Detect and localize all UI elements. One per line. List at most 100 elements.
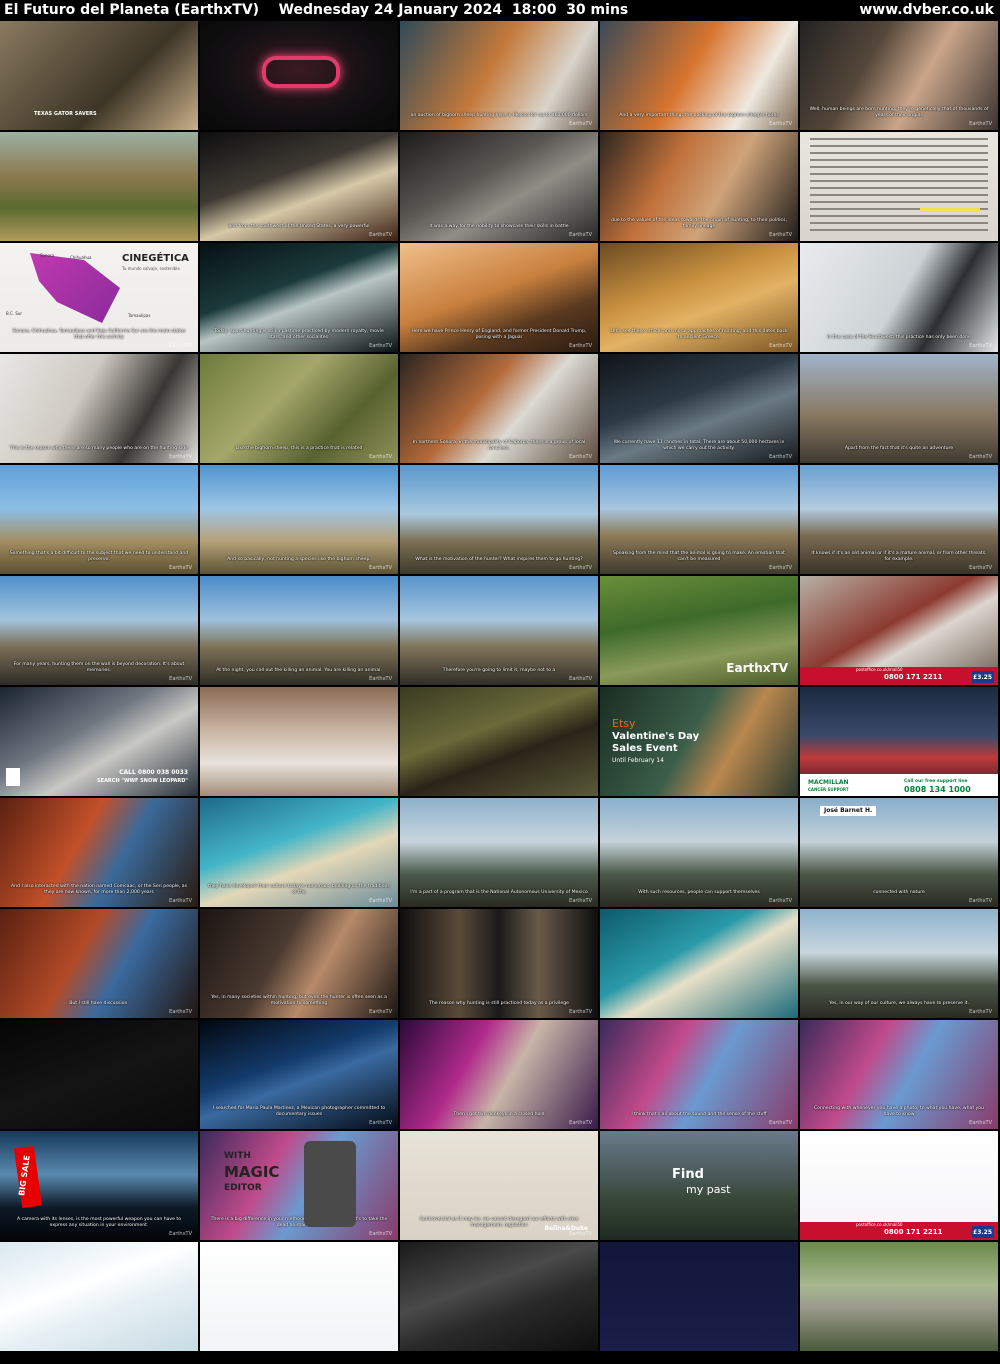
thumbnail-7[interactable]: and from the southwest of the United Sta… xyxy=(200,132,398,241)
thumbnail-12[interactable]: Today, sport hunting is still a pastime … xyxy=(200,243,398,352)
wwf-logo xyxy=(6,768,20,786)
thumbnail-25[interactable]: It knows if it's an old animal or if it'… xyxy=(800,465,998,574)
thumbnail-40[interactable]: connected with nature EarthxTV José Barnet… xyxy=(800,798,998,907)
channel-watermark: EarthxTV xyxy=(169,343,192,349)
thumbnail-60[interactable] xyxy=(800,1242,998,1351)
channel-watermark: EarthxTV xyxy=(569,232,592,238)
thumbnail-55[interactable]: 0800 171 2211 postoffice.co.uk/mail50 £3.2… xyxy=(800,1131,998,1240)
subtitle-caption: With such resources, people can support … xyxy=(638,889,760,895)
document-text-line xyxy=(810,159,988,161)
channel-watermark: EarthxTV xyxy=(369,343,392,349)
ad-headline-2: Sales Event xyxy=(612,743,678,754)
document-text-line xyxy=(810,138,988,140)
thumbnail-13[interactable]: Here we have Prince Henry of England, an… xyxy=(400,243,598,352)
subtitle-caption: Like the bighorn sheep, this is a practi… xyxy=(235,445,363,451)
thumbnail-30[interactable]: 0800 171 2211 postoffice.co.uk/mail50 £3.2… xyxy=(800,576,998,685)
channel-watermark: EarthxTV xyxy=(769,454,792,460)
findmypast-logo-2: my past xyxy=(686,1183,731,1196)
thumbnail-5[interactable]: Well, human beings are born hunting, the… xyxy=(800,21,998,130)
channel-watermark: EarthxTV xyxy=(569,565,592,571)
thumbnail-4[interactable]: And a very important thing: the packing … xyxy=(600,21,798,130)
thumbnail-29[interactable]: EarthxTV xyxy=(600,576,798,685)
thumbnail-11[interactable]: Sonora, Chihuahua, Tamaulipas and Baja C… xyxy=(0,243,198,352)
thumbnail-31[interactable]: CALL 0800 038 0033 SEARCH "WWF SNOW LEOPA… xyxy=(0,687,198,796)
subtitle-caption: The reason why hunting is still practice… xyxy=(429,1000,569,1006)
thumbnail-20[interactable]: Apart from the fact that it's quite an a… xyxy=(800,354,998,463)
thumbnail-17[interactable]: Like the bighorn sheep, this is a practi… xyxy=(200,354,398,463)
thumbnail-35[interactable]: MACMILLAN CANCER SUPPORT Call our free sup… xyxy=(800,687,998,796)
lower-third-text: TEXAS GATOR SAVERS xyxy=(34,111,97,117)
thumbnail-50[interactable]: Connecting with whenever you have a phot… xyxy=(800,1020,998,1129)
thumbnail-2[interactable] xyxy=(200,21,398,130)
ad-price: £3.25 xyxy=(973,1229,992,1236)
map-state-label: Tamaulipas xyxy=(128,313,151,318)
ad-date: Until February 14 xyxy=(612,757,664,764)
thumbnail-27[interactable]: At the night, you call out the killing a… xyxy=(200,576,398,685)
channel-watermark: EarthxTV xyxy=(369,454,392,460)
thumbnail-26[interactable]: For many years, hunting them on the wall… xyxy=(0,576,198,685)
thumbnail-19[interactable]: We currently have 11 ranches in total. T… xyxy=(600,354,798,463)
channel-watermark: EarthxTV xyxy=(969,565,992,571)
subtitle-caption: Yes, in our way of our culture, we alway… xyxy=(829,1000,969,1006)
thumbnail-59[interactable] xyxy=(600,1242,798,1351)
thumbnail-18[interactable]: In northern Sonora, in the municipality … xyxy=(400,354,598,463)
thumbnail-51[interactable]: A camera with its lenses, is the most po… xyxy=(0,1131,198,1240)
thumbnail-36[interactable]: And I also interacted with the nation na… xyxy=(0,798,198,907)
thumbnail-49[interactable]: I think that's all about the sound and t… xyxy=(600,1020,798,1129)
thumbnail-33[interactable] xyxy=(400,687,598,796)
thumbnail-23[interactable]: What is the motivation of the hunter? Wh… xyxy=(400,465,598,574)
thumbnail-3[interactable]: an auction of bighorn sheep hunting here… xyxy=(400,21,598,130)
thumbnail-6[interactable] xyxy=(0,132,198,241)
channel-watermark: EarthxTV xyxy=(569,454,592,460)
thumbnail-1[interactable]: TEXAS GATOR SAVERS xyxy=(0,21,198,130)
thumbnail-48[interactable]: Then I got two donkeys in a closed hold E… xyxy=(400,1020,598,1129)
thumbnail-8[interactable]: It was a way for the nobility to showcas… xyxy=(400,132,598,241)
findmypast-logo-1: Find xyxy=(672,1167,704,1182)
document-text-line xyxy=(810,145,988,147)
subtitle-caption: Yes, in many societies within hunting, b… xyxy=(211,995,387,1006)
thumbnail-28[interactable]: Therefore you're going to limit it, mayb… xyxy=(400,576,598,685)
thumbnail-42[interactable]: Yes, in many societies within hunting, b… xyxy=(200,909,398,1018)
ad-phone-number: 0800 171 2211 xyxy=(884,673,943,681)
thumbnail-47[interactable]: I searched for Maria Paula Martinez, a M… xyxy=(200,1020,398,1129)
thumbnail-9[interactable]: due to the values of the ideas towards t… xyxy=(600,132,798,241)
channel-watermark: EarthxTV xyxy=(969,1120,992,1126)
thumbnail-57[interactable] xyxy=(200,1242,398,1351)
phone-image xyxy=(304,1141,356,1227)
document-text-line xyxy=(810,222,988,224)
thumbnail-43[interactable]: The reason why hunting is still practice… xyxy=(400,909,598,1018)
ad-with: WITH xyxy=(224,1151,251,1161)
thumbnail-16[interactable]: This is the reason why there are so many… xyxy=(0,354,198,463)
thumbnail-58[interactable] xyxy=(400,1242,598,1351)
thumbnail-41[interactable]: But I still have discussion. EarthxTV xyxy=(0,909,198,1018)
channel-watermark: EarthxTV xyxy=(569,1009,592,1015)
thumbnail-37[interactable]: they have developed their culture today'… xyxy=(200,798,398,907)
thumbnail-15[interactable]: In the case of the Southwest, this pract… xyxy=(800,243,998,352)
thumbnail-14[interactable]: Let's see these ethical and moral approa… xyxy=(600,243,798,352)
thumbnail-34[interactable]: Etsy Valentine's Day Sales Event Until Febr… xyxy=(600,687,798,796)
thumbnail-10[interactable] xyxy=(800,132,998,241)
channel-watermark: EarthxTV xyxy=(769,343,792,349)
thumbnail-56[interactable] xyxy=(0,1242,198,1351)
thumbnail-39[interactable]: With such resources, people can support … xyxy=(600,798,798,907)
thumbnail-54[interactable]: Find my past xyxy=(600,1131,798,1240)
document-text-line xyxy=(810,215,988,217)
thumbnail-46[interactable] xyxy=(0,1020,198,1129)
thumbnail-22[interactable]: And so basically, not hunting a species … xyxy=(200,465,398,574)
site-url[interactable]: www.dvber.co.uk xyxy=(859,0,994,20)
thumbnail-44[interactable] xyxy=(600,909,798,1018)
thumbnail-21[interactable]: Something that's a bit difficult to the … xyxy=(0,465,198,574)
thumbnail-24[interactable]: Speaking from the mind that the animal i… xyxy=(600,465,798,574)
subtitle-caption: But I still have discussion. xyxy=(69,1000,129,1006)
name-tag: José Barnet H. xyxy=(824,807,873,814)
thumbnail-53[interactable]: Controversial as it may be, we cannot di… xyxy=(400,1131,598,1240)
thumbnail-52[interactable]: There is a big difference in your method… xyxy=(200,1131,398,1240)
channel-watermark: EarthxTV xyxy=(369,232,392,238)
ad-support-text: Call our free support line xyxy=(904,779,968,784)
thumbnail-45[interactable]: Yes, in our way of our culture, we alway… xyxy=(800,909,998,1018)
subtitle-caption: and from the southwest of the United Sta… xyxy=(228,223,370,229)
thumbnail-32[interactable] xyxy=(200,687,398,796)
subtitle-caption: Then I got two donkeys in a closed hold xyxy=(453,1111,545,1117)
thumbnail-38[interactable]: I'm a part of a program that is the Nati… xyxy=(400,798,598,907)
subtitle-caption: There is a big difference in your method… xyxy=(210,1217,388,1228)
